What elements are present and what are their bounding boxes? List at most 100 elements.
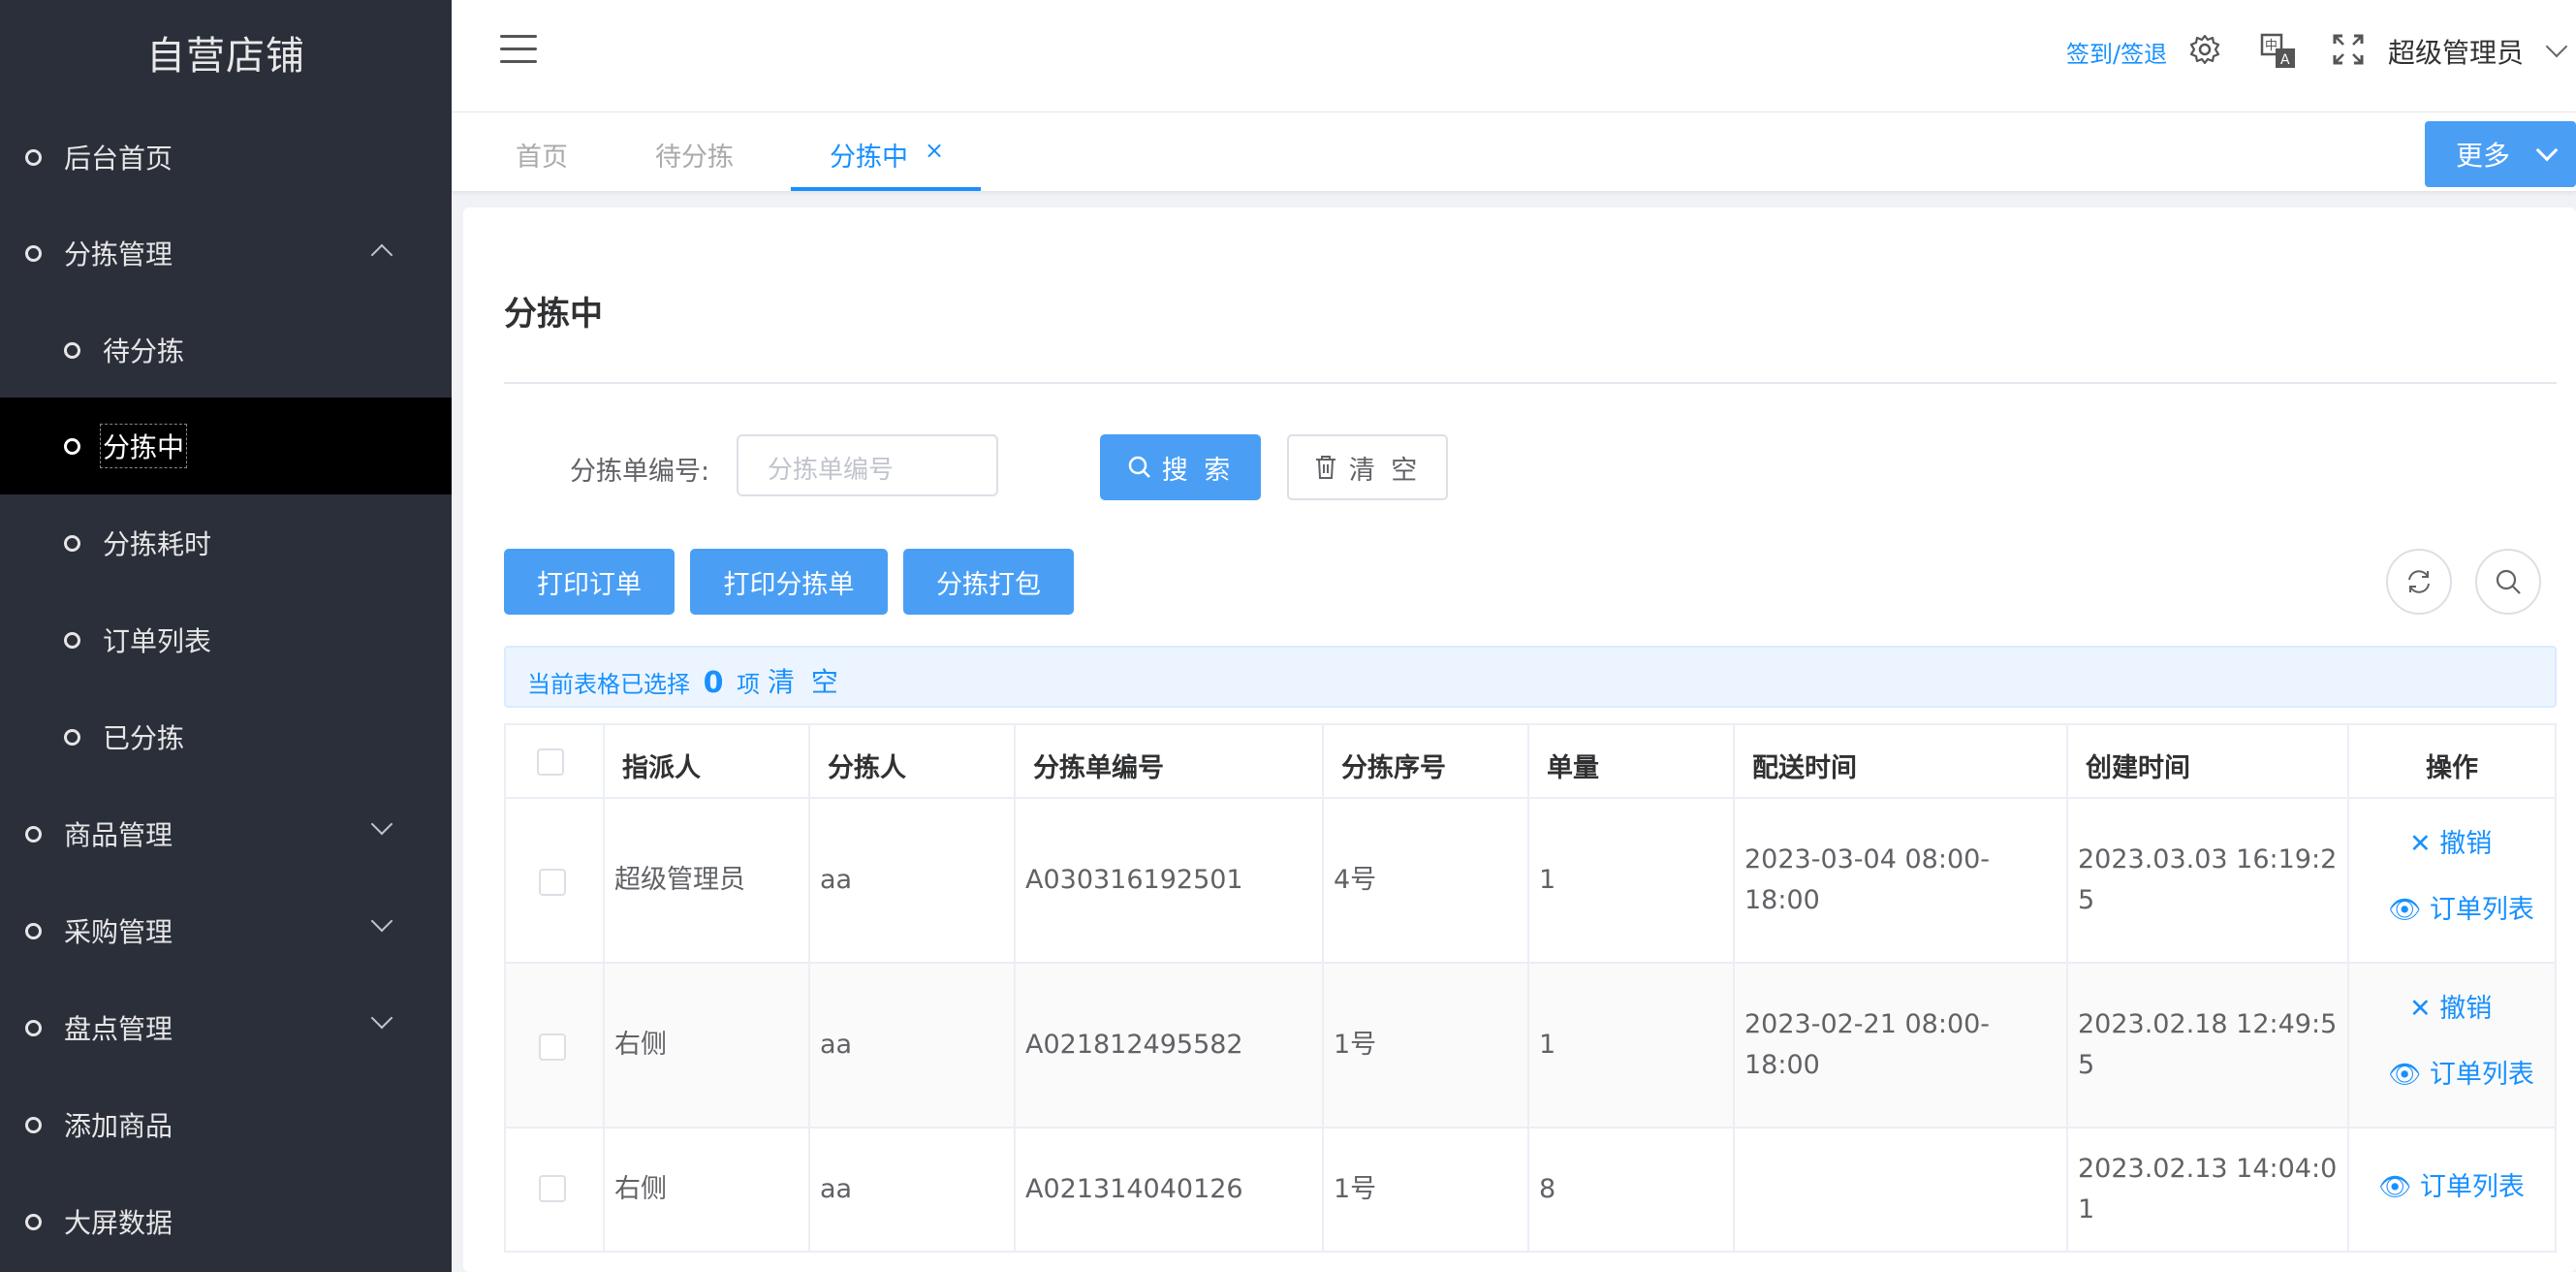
sidebar-item-purchase-management[interactable]: 采购管理	[0, 882, 452, 979]
header-sorter[interactable]: 分拣人	[810, 725, 1016, 797]
view-orders-link[interactable]: 👁 订单列表	[2388, 890, 2534, 931]
selection-clear-link[interactable]: 清 空	[768, 661, 842, 700]
chevron-down-icon	[370, 812, 393, 836]
close-icon[interactable]: ×	[925, 137, 944, 164]
more-button[interactable]: 更多	[2425, 121, 2576, 187]
app-root: 自营店铺 后台首页 分拣管理 待分拣 分拣中 分拣耗时 订单列表 已分拣 商品管…	[0, 0, 2576, 1272]
circle-icon	[25, 149, 42, 166]
table-row[interactable]: 右侧 aa A021314040126 1号 8 2023.02.13 14:0…	[506, 1129, 2555, 1251]
cell-assigner: 右侧	[605, 964, 810, 1127]
sidebar-item-label: 大屏数据	[64, 1207, 173, 1239]
cell-sort-number: A021812495582	[1016, 964, 1324, 1127]
cell-quantity: 1	[1529, 964, 1735, 1127]
header-assigner[interactable]: 指派人	[605, 725, 810, 797]
sort-pack-button[interactable]: 分拣打包	[903, 549, 1074, 615]
search-button[interactable]: 搜 索	[1100, 434, 1261, 500]
sidebar-item-sorting-management[interactable]: 分拣管理	[0, 205, 452, 302]
header-sort-seq[interactable]: 分拣序号	[1324, 725, 1529, 797]
sidebar-item-label: 待分拣	[103, 335, 185, 367]
header-delivery-time[interactable]: 配送时间	[1735, 725, 2068, 797]
refresh-button[interactable]	[2386, 549, 2452, 615]
row-checkbox[interactable]	[539, 1175, 566, 1202]
circle-icon	[64, 342, 80, 359]
sidebar-item-dashboard[interactable]: 后台首页	[0, 109, 452, 206]
sidebar-item-order-list[interactable]: 订单列表	[0, 591, 452, 688]
eye-icon: 👁	[2388, 895, 2422, 925]
row-select-cell	[506, 799, 605, 962]
search-button-label: 搜 索	[1161, 455, 1235, 486]
top-header: 签到/签退 中 A 超级管理员	[452, 0, 2576, 112]
cell-sorter: aa	[810, 1129, 1016, 1251]
cell-quantity: 1	[1529, 799, 1735, 962]
sidebar-item-label: 订单列表	[103, 625, 212, 657]
sidebar-item-product-management[interactable]: 商品管理	[0, 785, 452, 882]
circle-icon	[25, 1117, 42, 1133]
translate-icon[interactable]: 中 A	[2260, 33, 2297, 70]
sidebar-item-label: 分拣管理	[64, 238, 173, 270]
sidebar-item-label: 分拣中	[99, 424, 188, 468]
sidebar-item-pending-sort[interactable]: 待分拣	[0, 302, 452, 398]
sidebar-item-big-screen[interactable]: 大屏数据	[0, 1173, 452, 1270]
header-created-time[interactable]: 创建时间	[2068, 725, 2349, 797]
sidebar-item-add-product[interactable]: 添加商品	[0, 1076, 452, 1173]
sidebar-item-label: 后台首页	[64, 143, 173, 175]
eye-icon: 👁	[2388, 1060, 2422, 1090]
select-all-checkbox[interactable]	[537, 748, 564, 776]
selection-text: 当前表格已选择 0 项	[527, 665, 760, 700]
circle-icon	[25, 245, 42, 262]
circle-icon	[64, 632, 80, 649]
table-row[interactable]: 超级管理员 aa A030316192501 4号 1 2023-03-04 0…	[506, 799, 2555, 964]
gear-icon[interactable]	[2188, 33, 2221, 66]
table-row[interactable]: 右侧 aa A021812495582 1号 1 2023-02-21 08:0…	[506, 964, 2555, 1129]
tab-home[interactable]: 首页	[516, 136, 568, 174]
header-quantity[interactable]: 单量	[1529, 725, 1735, 797]
selection-count: 0	[703, 666, 724, 700]
cancel-link[interactable]: ✕ 撤销	[2409, 989, 2492, 1030]
cell-created-time: 2023.03.03 16:19:25	[2068, 799, 2349, 962]
chevron-down-icon	[370, 1006, 393, 1030]
sidebar-item-label: 采购管理	[64, 916, 173, 948]
cell-actions: ✕ 撤销 👁 订单列表	[2349, 964, 2555, 1127]
sidebar-item-sorting[interactable]: 分拣中	[0, 398, 452, 494]
table-search-button[interactable]	[2475, 549, 2541, 615]
circle-icon	[25, 923, 42, 939]
view-orders-link[interactable]: 👁 订单列表	[2378, 1167, 2525, 1208]
row-checkbox[interactable]	[539, 869, 566, 896]
cell-sort-number: A030316192501	[1016, 799, 1324, 962]
print-order-button[interactable]: 打印订单	[504, 549, 675, 615]
sidebar-item-sorted[interactable]: 已分拣	[0, 688, 452, 785]
refresh-icon	[2408, 570, 2430, 593]
user-name[interactable]: 超级管理员	[2388, 32, 2524, 71]
row-checkbox[interactable]	[539, 1034, 566, 1061]
cell-delivery-time: 2023-02-21 08:00-18:00	[1735, 964, 2068, 1127]
cell-assigner: 右侧	[605, 1129, 810, 1251]
clear-button-label: 清 空	[1348, 455, 1422, 486]
header-sort-number[interactable]: 分拣单编号	[1016, 725, 1324, 797]
print-sort-sheet-button[interactable]: 打印分拣单	[690, 549, 888, 615]
sidebar-item-sort-duration[interactable]: 分拣耗时	[0, 494, 452, 591]
tab-pending-sort[interactable]: 待分拣	[655, 136, 734, 174]
menu-icon[interactable]	[500, 35, 537, 64]
view-orders-link[interactable]: 👁 订单列表	[2388, 1055, 2534, 1096]
cell-actions: 👁 订单列表	[2349, 1129, 2555, 1251]
clear-button[interactable]: 清 空	[1287, 434, 1448, 500]
cancel-link[interactable]: ✕ 撤销	[2409, 824, 2492, 865]
fullscreen-icon[interactable]	[2332, 33, 2365, 66]
circle-icon	[25, 826, 42, 843]
cell-sort-seq: 1号	[1324, 964, 1529, 1127]
checkin-link[interactable]: 签到/签退	[2066, 35, 2167, 69]
view-orders-label: 订单列表	[2419, 1172, 2525, 1202]
row-select-cell	[506, 964, 605, 1127]
sort-number-input[interactable]: 分拣单编号	[737, 434, 998, 496]
cell-created-time: 2023.02.13 14:04:01	[2068, 1129, 2349, 1251]
sidebar-item-inventory-management[interactable]: 盘点管理	[0, 979, 452, 1076]
sorting-table: 指派人 分拣人 分拣单编号 分拣序号 单量 配送时间 创建时间 操作 超级管理员…	[504, 723, 2557, 1253]
tab-sorting[interactable]: 分拣中	[830, 136, 908, 174]
chevron-down-icon[interactable]	[2545, 35, 2568, 58]
cancel-label: 撤销	[2439, 994, 2493, 1024]
circle-icon	[25, 1214, 42, 1230]
cell-delivery-time	[1735, 1129, 2068, 1251]
cell-quantity: 8	[1529, 1129, 1735, 1251]
header-actions: 操作	[2426, 753, 2478, 783]
tabs-bar: 首页 待分拣 分拣中 × 更多	[452, 112, 2576, 192]
